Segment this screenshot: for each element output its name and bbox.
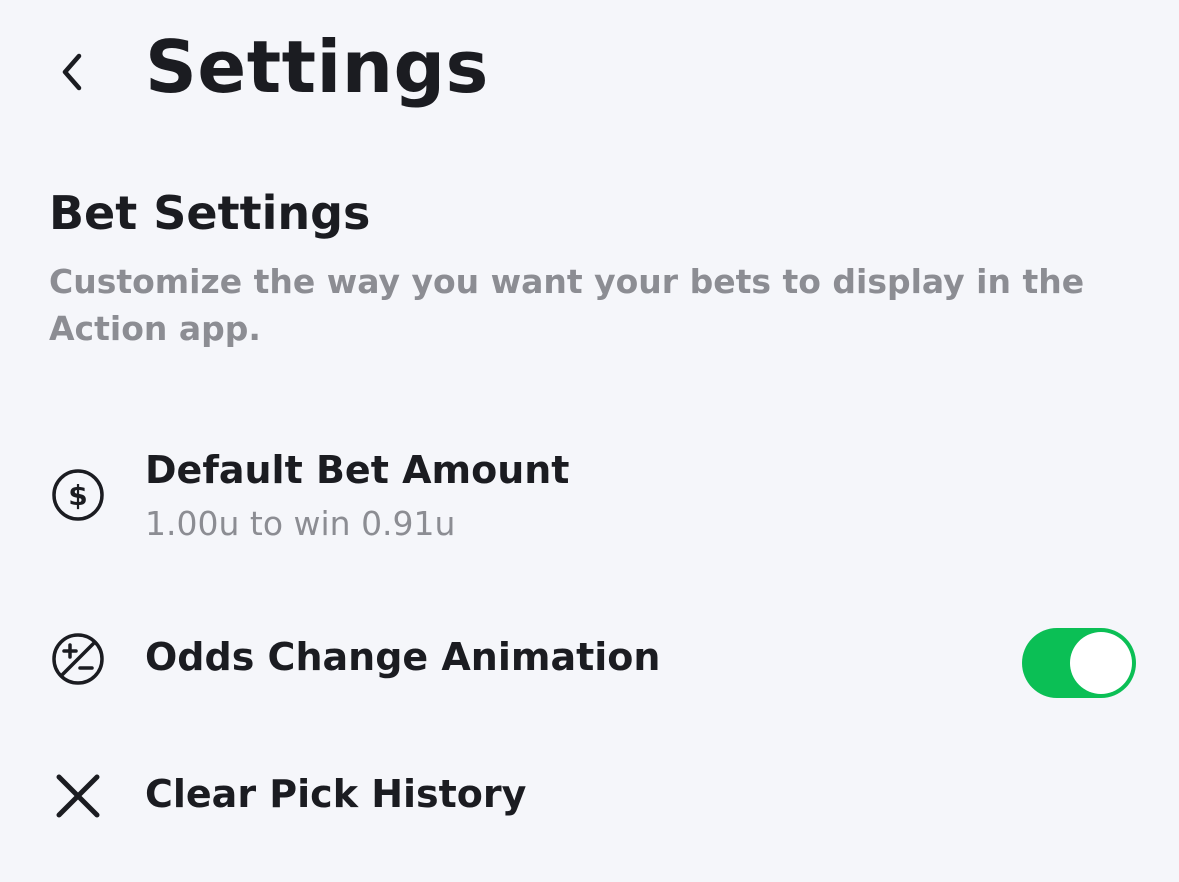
close-icon: [50, 768, 106, 824]
section-description: Customize the way you want your bets to …: [49, 262, 1085, 348]
section-title: Bet Settings: [49, 186, 371, 240]
default-bet-amount-row[interactable]: $ Default Bet Amount 1.00u to win 0.91u: [0, 440, 1179, 560]
plus-minus-circle-icon: [50, 631, 106, 687]
row-label: Odds Change Animation: [145, 635, 661, 679]
chevron-left-icon: [62, 53, 82, 91]
back-button[interactable]: [44, 44, 100, 100]
dollar-circle-icon: $: [50, 467, 106, 523]
odds-change-animation-toggle[interactable]: [1022, 628, 1136, 698]
toggle-knob: [1070, 632, 1132, 694]
clear-pick-history-row[interactable]: Clear Pick History: [0, 760, 1179, 836]
row-label: Default Bet Amount: [145, 448, 570, 492]
header: Settings: [0, 0, 1179, 140]
svg-text:$: $: [68, 479, 87, 512]
odds-change-animation-row: Odds Change Animation: [0, 620, 1179, 704]
bet-settings-section: Bet Settings Customize the way you want …: [49, 182, 1139, 352]
row-label: Clear Pick History: [145, 772, 527, 816]
page-title: Settings: [145, 25, 489, 109]
row-sublabel: 1.00u to win 0.91u: [145, 504, 456, 543]
